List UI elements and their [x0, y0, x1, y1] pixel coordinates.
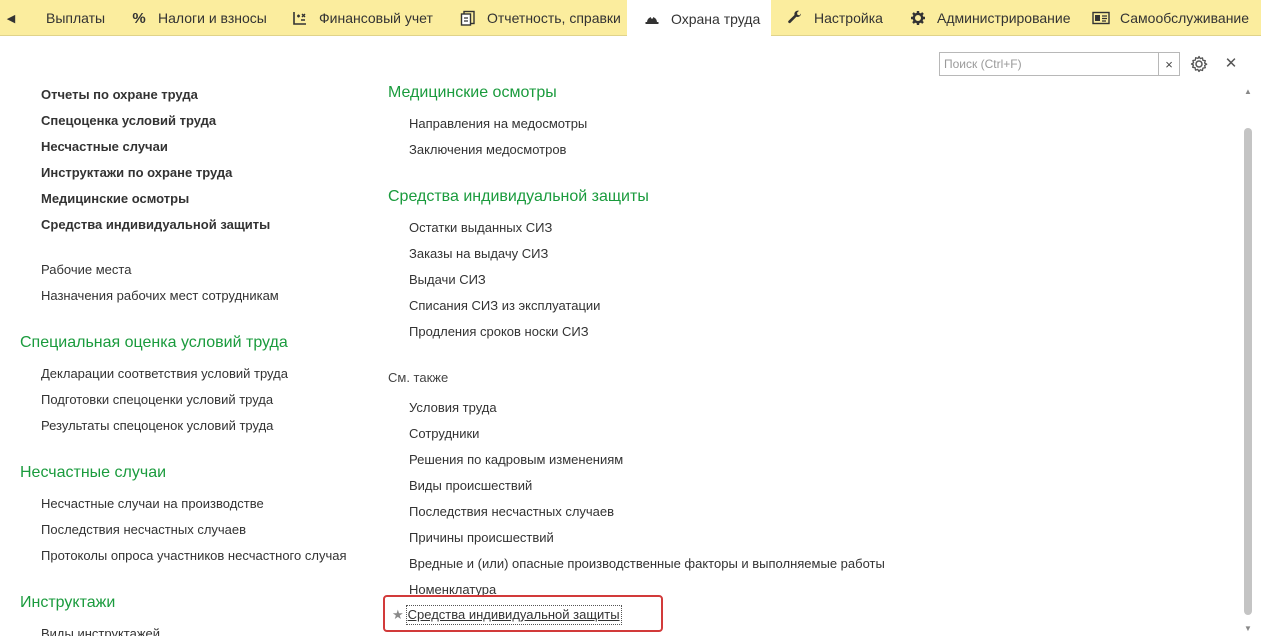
nav-link[interactable]: Рабочие места	[41, 262, 131, 278]
nav-link[interactable]: Протоколы опроса участников несчастного …	[41, 548, 346, 564]
tab-payments[interactable]: Выплаты	[46, 0, 105, 36]
nav-link[interactable]: Условия труда	[409, 400, 497, 416]
wrench-icon	[786, 9, 804, 27]
settings-gear-icon[interactable]	[1189, 54, 1209, 74]
section-heading: Специальная оценка условий труда	[20, 334, 288, 351]
tab-label: Охрана труда	[671, 10, 761, 27]
nav-link[interactable]: Средства индивидуальной защиты	[41, 217, 270, 233]
search-input[interactable]	[940, 53, 1158, 75]
nav-link[interactable]: Несчастные случаи	[41, 139, 168, 155]
nav-link[interactable]: Виды инструктажей	[41, 626, 160, 636]
nav-link[interactable]: Несчастные случаи на производстве	[41, 496, 264, 512]
nav-link[interactable]: Направления на медосмотры	[409, 116, 587, 132]
close-icon[interactable]: ✕	[1222, 54, 1240, 72]
tab-labor-safety[interactable]: Охрана труда	[627, 0, 771, 37]
tab-label: Выплаты	[46, 10, 106, 26]
tab-label: Финансовый учет	[319, 10, 433, 26]
percent-icon: %	[132, 9, 146, 27]
tab-reports[interactable]: Отчетность, справки	[459, 0, 621, 36]
nav-link[interactable]: Заказы на выдачу СИЗ	[409, 246, 548, 262]
scroll-tabs-left-icon[interactable]: ◀	[0, 0, 22, 36]
section-heading: Несчастные случаи	[20, 464, 167, 481]
nav-link[interactable]: Отчеты по охране труда	[41, 87, 198, 103]
nav-link[interactable]: Назначения рабочих мест сотрудникам	[41, 288, 279, 304]
nav-link[interactable]: Остатки выданных СИЗ	[409, 220, 552, 236]
nav-link[interactable]: Сотрудники	[409, 426, 479, 442]
nav-link[interactable]: Виды происшествий	[409, 478, 532, 494]
tab-label: Самообслуживание	[1120, 10, 1250, 26]
star-icon[interactable]: ★	[392, 607, 404, 623]
nav-link[interactable]: Спецоценка условий труда	[41, 113, 216, 129]
tab-administration[interactable]: Администрирование	[909, 0, 1071, 36]
scroll-down-icon[interactable]: ▼	[1243, 621, 1253, 635]
section-heading: Средства индивидуальной защиты	[388, 188, 649, 205]
reports-icon	[459, 9, 477, 27]
nav-link[interactable]: Вредные и (или) опасные производственные…	[409, 556, 885, 572]
nav-link[interactable]: Медицинские осмотры	[41, 191, 189, 207]
tab-label: Администрирование	[937, 10, 1071, 26]
search-box: ×	[939, 52, 1180, 76]
nav-link[interactable]: Декларации соответствия условий труда	[41, 366, 288, 382]
clear-search-icon[interactable]: ×	[1158, 53, 1179, 75]
tab-settings[interactable]: Настройка	[786, 0, 883, 36]
nav-link[interactable]: Списания СИЗ из эксплуатации	[409, 298, 600, 314]
hardhat-icon	[643, 10, 661, 28]
nav-link[interactable]: Решения по кадровым изменениям	[409, 452, 623, 468]
favorite-nav-link[interactable]: ★ Средства индивидуальной защиты	[392, 605, 622, 625]
nav-link[interactable]: Инструктажи по охране труда	[41, 165, 232, 181]
see-also-heading: См. также	[388, 370, 449, 385]
section-heading: Медицинские осмотры	[388, 84, 557, 101]
nav-link[interactable]: Последствия несчастных случаев	[409, 504, 614, 520]
nav-link[interactable]: Заключения медосмотров	[409, 142, 566, 158]
section-heading: Инструктажи	[20, 594, 116, 611]
scroll-thumb[interactable]	[1244, 128, 1252, 615]
nav-link-label: Средства индивидуальной защиты	[405, 605, 622, 625]
vertical-scrollbar[interactable]: ▲ ▼	[1243, 84, 1253, 635]
nav-link[interactable]: Подготовки спецоценки условий труда	[41, 392, 273, 408]
nav-link[interactable]: Выдачи СИЗ	[409, 272, 486, 288]
nav-link[interactable]: Результаты спецоценок условий труда	[41, 418, 273, 434]
tab-taxes[interactable]: % Налоги и взносы	[130, 0, 267, 36]
tab-self-service[interactable]: Самообслуживание	[1092, 0, 1249, 36]
scroll-up-icon[interactable]: ▲	[1243, 84, 1253, 98]
tab-label: Отчетность, справки	[487, 10, 621, 26]
gear-icon	[909, 9, 927, 27]
nav-link[interactable]: Последствия несчастных случаев	[41, 522, 246, 538]
tab-label: Настройка	[814, 10, 883, 26]
nav-link[interactable]: Причины происшествий	[409, 530, 554, 546]
tab-financial-accounting[interactable]: Финансовый учет	[291, 0, 433, 36]
section-tab-bar: ◀ Выплаты % Налоги и взносы Финансовый у…	[0, 0, 1261, 37]
ledger-icon	[291, 9, 309, 27]
id-card-icon	[1092, 9, 1110, 27]
nav-link[interactable]: Продления сроков носки СИЗ	[409, 324, 589, 340]
tab-label: Налоги и взносы	[158, 10, 267, 26]
